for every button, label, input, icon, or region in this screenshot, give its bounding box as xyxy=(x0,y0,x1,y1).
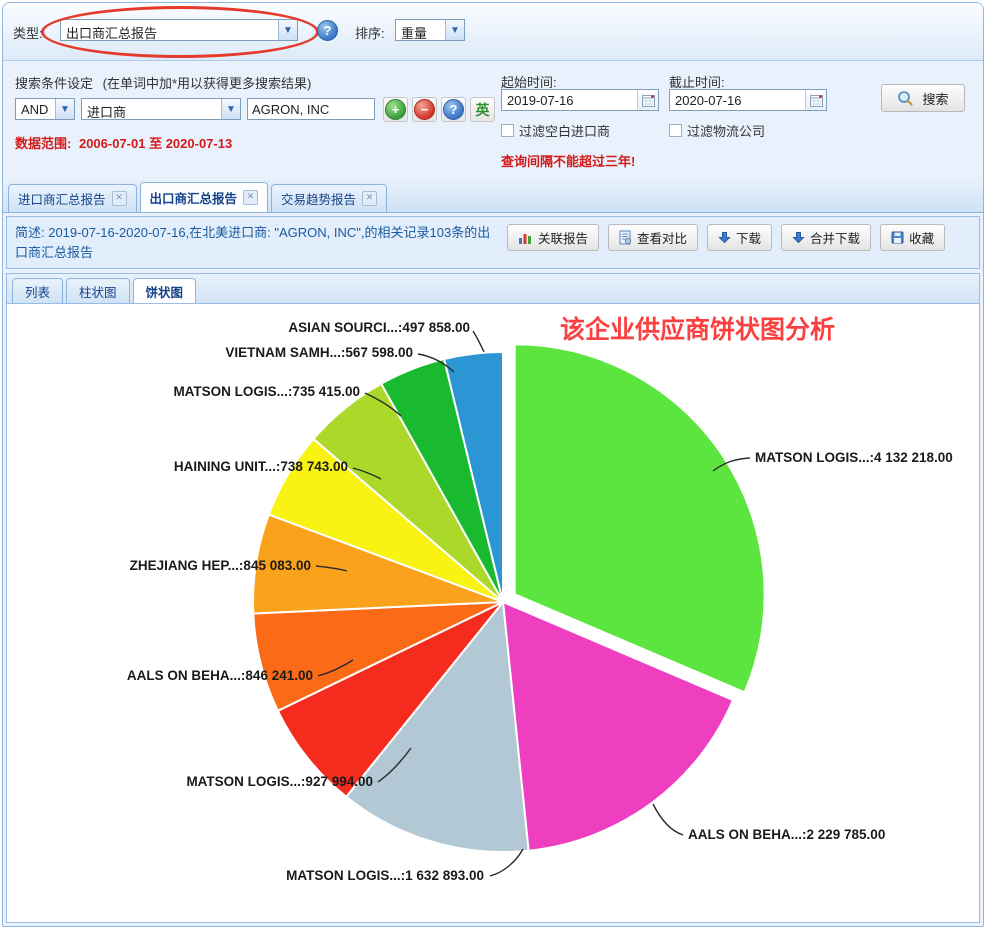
filter-blank-importer-checkbox[interactable]: 过滤空白进口商 xyxy=(501,121,610,140)
tab-importer-summary[interactable]: 进口商汇总报告 ✕ xyxy=(8,184,137,212)
slice-label: MATSON LOGIS...:927 994.00 xyxy=(186,774,373,789)
view-compare-button[interactable]: 查看对比 xyxy=(608,224,698,251)
app-window: 类型: 出口商汇总报告 ▼ ? 排序: 重量 ▼ 搜索条件设定 (在单词中加*用… xyxy=(2,2,984,927)
download-arrow-icon xyxy=(792,231,805,244)
filter-logistics-label: 过滤物流公司 xyxy=(687,121,765,140)
chart-panel: 列表 柱状图 饼状图 MATSON LOGIS...:4 132 218.00 A… xyxy=(6,273,980,923)
filter-blank-importer-label: 过滤空白进口商 xyxy=(519,121,610,140)
close-icon[interactable]: ✕ xyxy=(112,191,127,206)
tab-label: 交易趋势报告 xyxy=(281,189,356,208)
button-label: 查看对比 xyxy=(637,228,687,247)
report-tabstrip: 进口商汇总报告 ✕ 出口商汇总报告 ✕ 交易趋势报告 ✕ xyxy=(3,180,983,213)
calendar-icon[interactable] xyxy=(637,90,658,110)
button-label: 合并下载 xyxy=(810,228,860,247)
start-date-value: 2019-07-16 xyxy=(502,90,637,110)
data-range-label: 数据范围: xyxy=(15,136,71,151)
tab-exporter-summary[interactable]: 出口商汇总报告 ✕ xyxy=(140,182,269,212)
chevron-down-icon[interactable]: ▼ xyxy=(55,99,74,119)
report-type-select[interactable]: 出口商汇总报告 ▼ xyxy=(60,19,298,41)
subtab-pie-chart[interactable]: 饼状图 xyxy=(133,278,197,303)
close-icon[interactable]: ✕ xyxy=(243,190,258,205)
subtab-label: 饼状图 xyxy=(146,282,184,301)
button-label: 下载 xyxy=(736,228,761,247)
slice-label: MATSON LOGIS...:735 415.00 xyxy=(173,384,360,399)
related-report-button[interactable]: 关联报告 xyxy=(507,224,599,251)
search-button-label: 搜索 xyxy=(922,89,948,108)
download-button[interactable]: 下载 xyxy=(707,224,772,251)
tab-trade-trend[interactable]: 交易趋势报告 ✕ xyxy=(271,184,387,212)
search-field-select[interactable]: 进口商 ▼ xyxy=(81,98,241,120)
bar-chart-icon xyxy=(518,231,533,245)
query-interval-warning: 查询间隔不能超过三年! xyxy=(501,151,635,170)
search-help-button[interactable]: ? xyxy=(441,97,466,122)
slice-label: AALS ON BEHA...:846 241.00 xyxy=(127,668,313,683)
slice-label: VIETNAM SAMH...:567 598.00 xyxy=(225,345,413,360)
remove-condition-button[interactable]: − xyxy=(412,97,437,122)
keyword-input[interactable] xyxy=(247,98,375,120)
document-icon xyxy=(619,230,632,245)
slice-label: ZHEJIANG HEP...:845 083.00 xyxy=(130,558,311,573)
pie-chart-area: MATSON LOGIS...:4 132 218.00 AALS ON BEHA… xyxy=(7,304,979,922)
report-actions: 关联报告 查看对比 下载 合并下载 收藏 xyxy=(507,224,945,251)
slice-label: MATSON LOGIS...:1 632 893.00 xyxy=(286,868,484,883)
end-date-field[interactable]: 2020-07-16 xyxy=(669,89,827,111)
checkbox-icon[interactable] xyxy=(669,124,682,137)
chevron-down-icon[interactable]: ▼ xyxy=(221,99,240,119)
button-label: 关联报告 xyxy=(538,228,588,247)
search-button[interactable]: 搜索 xyxy=(881,84,965,112)
add-condition-button[interactable]: + xyxy=(383,97,408,122)
chart-title: 该企业供应商饼状图分析 xyxy=(560,315,835,344)
report-type-value: 出口商汇总报告 xyxy=(61,20,278,40)
search-conditions-title: 搜索条件设定 xyxy=(15,76,93,91)
favorite-button[interactable]: 收藏 xyxy=(880,224,945,251)
language-label: 英 xyxy=(476,100,490,120)
label-leader-line xyxy=(473,331,484,352)
help-icon[interactable]: ? xyxy=(317,20,338,41)
chevron-down-icon[interactable]: ▼ xyxy=(445,20,464,40)
report-summary-panel: 简述: 2019-07-16-2020-07-16,在北美进口商: "AGRON… xyxy=(6,216,980,269)
sort-label: 排序: xyxy=(355,23,385,42)
filter-logistics-checkbox[interactable]: 过滤物流公司 xyxy=(669,121,765,140)
help-icon: ? xyxy=(443,99,464,120)
subtab-list[interactable]: 列表 xyxy=(12,278,63,303)
type-toolbar: 类型: 出口商汇总报告 ▼ ? 排序: 重量 ▼ xyxy=(3,3,983,61)
save-disk-icon xyxy=(891,231,904,244)
tab-label: 进口商汇总报告 xyxy=(18,189,106,208)
bool-operator-select[interactable]: AND ▼ xyxy=(15,98,75,120)
plus-icon: + xyxy=(385,99,406,120)
bool-operator-value: AND xyxy=(16,99,55,119)
close-icon[interactable]: ✕ xyxy=(362,191,377,206)
slice-label: AALS ON BEHA...:2 229 785.00 xyxy=(688,827,885,842)
search-conditions-hint: (在单词中加*用以获得更多搜索结果) xyxy=(103,76,312,91)
slice-label: HAINING UNIT...:738 743.00 xyxy=(174,459,348,474)
label-leader-line xyxy=(653,804,683,835)
supplier-pie-chart: MATSON LOGIS...:4 132 218.00 AALS ON BEHA… xyxy=(7,304,979,920)
sort-select[interactable]: 重量 ▼ xyxy=(395,19,465,41)
type-label: 类型: xyxy=(13,23,43,42)
search-field-value: 进口商 xyxy=(82,99,221,119)
slice-label: ASIAN SOURCI...:497 858.00 xyxy=(288,320,470,335)
chart-subtabs: 列表 柱状图 饼状图 xyxy=(7,274,979,304)
calendar-icon[interactable] xyxy=(805,90,826,110)
tab-label: 出口商汇总报告 xyxy=(150,188,238,207)
start-date-field[interactable]: 2019-07-16 xyxy=(501,89,659,111)
language-toggle-button[interactable]: 英 xyxy=(470,97,495,122)
search-icon xyxy=(897,90,914,107)
subtab-label: 柱状图 xyxy=(79,282,117,301)
download-arrow-icon xyxy=(718,231,731,244)
sort-value: 重量 xyxy=(396,20,445,40)
button-label: 收藏 xyxy=(909,228,934,247)
checkbox-icon[interactable] xyxy=(501,124,514,137)
merge-download-button[interactable]: 合并下载 xyxy=(781,224,871,251)
slice-label: MATSON LOGIS...:4 132 218.00 xyxy=(755,450,953,465)
end-date-value: 2020-07-16 xyxy=(670,90,805,110)
chevron-down-icon[interactable]: ▼ xyxy=(278,20,297,40)
label-leader-line xyxy=(490,849,523,876)
data-range-value: 2006-07-01 至 2020-07-13 xyxy=(79,136,232,151)
subtab-label: 列表 xyxy=(25,282,50,301)
subtab-bar-chart[interactable]: 柱状图 xyxy=(66,278,130,303)
report-summary-text: 简述: 2019-07-16-2020-07-16,在北美进口商: "AGRON… xyxy=(7,217,493,268)
search-panel: 搜索条件设定 (在单词中加*用以获得更多搜索结果) AND ▼ 进口商 ▼ + … xyxy=(3,61,983,180)
minus-icon: − xyxy=(414,99,435,120)
